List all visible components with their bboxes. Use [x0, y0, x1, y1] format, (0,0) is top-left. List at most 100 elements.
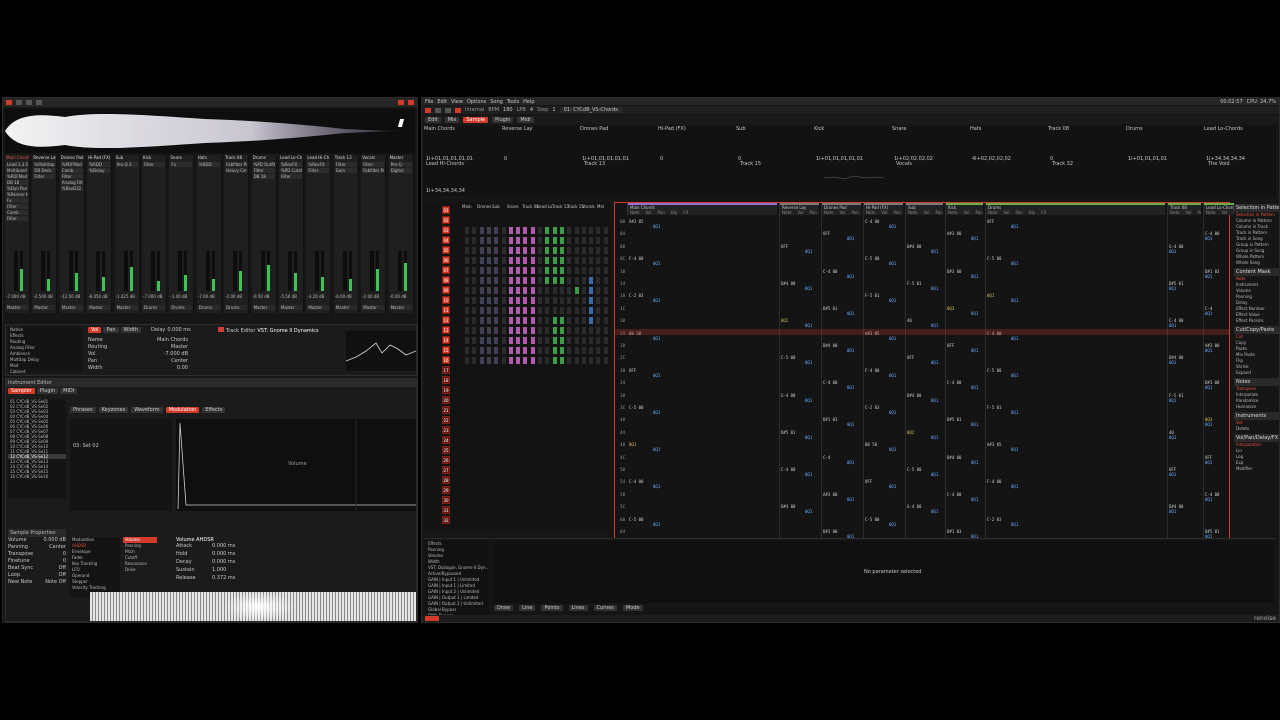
matrix-slot[interactable] — [566, 236, 573, 245]
matrix-slot[interactable] — [551, 266, 558, 275]
matrix-slot[interactable] — [471, 286, 478, 295]
pattern-volume[interactable]: 0Q1 — [653, 484, 660, 489]
pattern-note[interactable]: D#5 01 — [781, 430, 795, 435]
sequence-slot[interactable]: 19 — [442, 386, 450, 394]
auto-track-header[interactable]: Sub — [736, 126, 746, 132]
pattern-note[interactable]: C-2 03 — [629, 293, 643, 298]
pattern-note[interactable]: 0Q1 — [629, 442, 636, 447]
auto-track-header[interactable]: Drones Pad — [580, 126, 608, 132]
strip-name[interactable]: Track 13 — [334, 155, 358, 161]
volume-fader[interactable] — [205, 251, 210, 291]
sidebar-section-title[interactable]: Vol/Pan/Delay/FX — [1234, 434, 1279, 442]
close-icon[interactable] — [408, 100, 414, 105]
matrix-slot[interactable] — [566, 316, 573, 325]
matrix-slot[interactable] — [507, 286, 514, 295]
pattern-note[interactable]: 0Q3 — [947, 306, 954, 311]
sequence-slot[interactable]: 25 — [442, 446, 450, 454]
pattern-volume[interactable]: 0Q1 — [847, 274, 854, 279]
tab-phrases[interactable]: Phrases — [70, 407, 96, 413]
pattern-note[interactable]: F-4 00 — [629, 256, 643, 261]
strip-name[interactable]: Lead Hi-Ch — [306, 155, 330, 161]
pattern-note[interactable]: C-4 00 — [781, 467, 795, 472]
matrix-slot[interactable] — [507, 346, 514, 355]
pattern-track-header[interactable]: KickNoteVolPanDlyFX — [945, 203, 983, 215]
pattern-volume[interactable]: 0Q1 — [1169, 398, 1176, 403]
pattern-volume[interactable]: 0Q1 — [1011, 484, 1018, 489]
strip-volume[interactable]: -2.500 dB — [33, 294, 52, 299]
tab-vol[interactable]: Vol — [88, 327, 102, 333]
matrix-slot[interactable] — [464, 336, 470, 345]
prop-value[interactable]: 0 — [63, 551, 66, 558]
matrix-slot[interactable] — [595, 226, 602, 235]
matrix-slot[interactable] — [515, 256, 522, 265]
matrix-slot[interactable] — [485, 246, 492, 255]
automation-tool-button[interactable]: Draw — [494, 605, 514, 611]
sequence-slot[interactable]: 21 — [442, 406, 450, 414]
matrix-slot[interactable] — [602, 246, 609, 255]
matrix-slot[interactable] — [500, 246, 507, 255]
matrix-slot[interactable] — [595, 286, 602, 295]
matrix-slot[interactable] — [602, 236, 609, 245]
matrix-slot[interactable] — [522, 226, 529, 235]
strip-volume[interactable]: -2.00 dB — [362, 294, 379, 299]
matrix-slot[interactable] — [478, 256, 485, 265]
strip-volume[interactable]: -7.000 dB — [6, 294, 25, 299]
ahdsr-value[interactable]: 0.372 ms — [212, 575, 235, 583]
strip-output[interactable]: Master — [33, 305, 56, 310]
matrix-slot[interactable] — [558, 316, 565, 325]
matrix-slot[interactable] — [493, 236, 500, 245]
strip-volume[interactable]: -1.425 dB — [116, 294, 135, 299]
pattern-volume[interactable]: 0Q1 — [1169, 323, 1176, 328]
pattern-volume[interactable]: 0Q1 — [889, 447, 896, 452]
matrix-slot[interactable] — [551, 326, 558, 335]
pattern-volume[interactable]: 0Q1 — [1205, 236, 1212, 241]
sequence-slot[interactable]: 16 — [442, 356, 450, 364]
matrix-slot[interactable] — [595, 306, 602, 315]
matrix-slot[interactable] — [537, 326, 543, 335]
matrix-slot[interactable] — [558, 306, 565, 315]
pattern-note[interactable]: OFF — [629, 368, 636, 373]
keyboard[interactable] — [90, 592, 416, 621]
fx-slot[interactable]: Heavy Comp — [225, 168, 248, 173]
auto-track-header[interactable]: Track 08 — [1048, 126, 1069, 132]
auto-track-header[interactable]: Reverse Lay — [502, 126, 533, 132]
matrix-slot[interactable] — [464, 246, 470, 255]
pattern-volume[interactable]: 0Q1 — [805, 472, 812, 477]
matrix-slot[interactable] — [500, 336, 507, 345]
matrix-slot[interactable] — [522, 306, 529, 315]
pattern-volume[interactable]: 0Q1 — [931, 509, 938, 514]
strip-name[interactable]: Lead Lo-Ch — [279, 155, 303, 161]
matrix-slot[interactable] — [471, 296, 478, 305]
matrix-slot[interactable] — [595, 246, 602, 255]
matrix-slot[interactable] — [507, 336, 514, 345]
loop-icon[interactable] — [36, 100, 42, 105]
pattern-volume[interactable]: 0Q1 — [805, 360, 812, 365]
pattern-note[interactable]: D#3 00 — [823, 529, 837, 534]
fx-slot[interactable]: Filter — [252, 168, 275, 173]
matrix-slot[interactable] — [544, 356, 551, 365]
pattern-volume[interactable]: 0Q1 — [931, 435, 938, 440]
strip-name[interactable]: Drums — [252, 155, 276, 161]
pattern-track-header[interactable]: Drones PadNoteVolPanDlyFX — [821, 203, 861, 215]
pattern-volume[interactable]: 0Q1 — [971, 422, 978, 427]
fx-slot[interactable]: Digital — [389, 168, 412, 173]
stop-icon[interactable] — [26, 100, 32, 105]
tab-midi[interactable]: MIDI — [60, 388, 78, 394]
matrix-slot[interactable] — [500, 266, 507, 275]
step-value[interactable]: 1 — [552, 107, 555, 113]
matrix-slot[interactable] — [580, 316, 587, 325]
auto-track-header[interactable]: Snare — [892, 126, 906, 132]
matrix-slot[interactable] — [471, 266, 478, 275]
matrix-slot[interactable] — [529, 356, 536, 365]
pattern-volume[interactable]: 0Q1 — [653, 261, 660, 266]
matrix-slot[interactable] — [595, 256, 602, 265]
pattern-volume[interactable]: 0Q1 — [805, 435, 812, 440]
ahdsr-value[interactable]: 0.000 ms — [212, 559, 235, 567]
matrix-slot[interactable] — [558, 246, 565, 255]
fx-slot[interactable]: %RDD — [197, 162, 220, 167]
strip-name[interactable]: Hats — [197, 155, 221, 161]
strip-name[interactable]: Kick — [142, 155, 166, 161]
fx-slot[interactable]: Filter — [362, 162, 385, 167]
matrix-slot[interactable] — [544, 226, 551, 235]
matrix-slot[interactable] — [471, 276, 478, 285]
